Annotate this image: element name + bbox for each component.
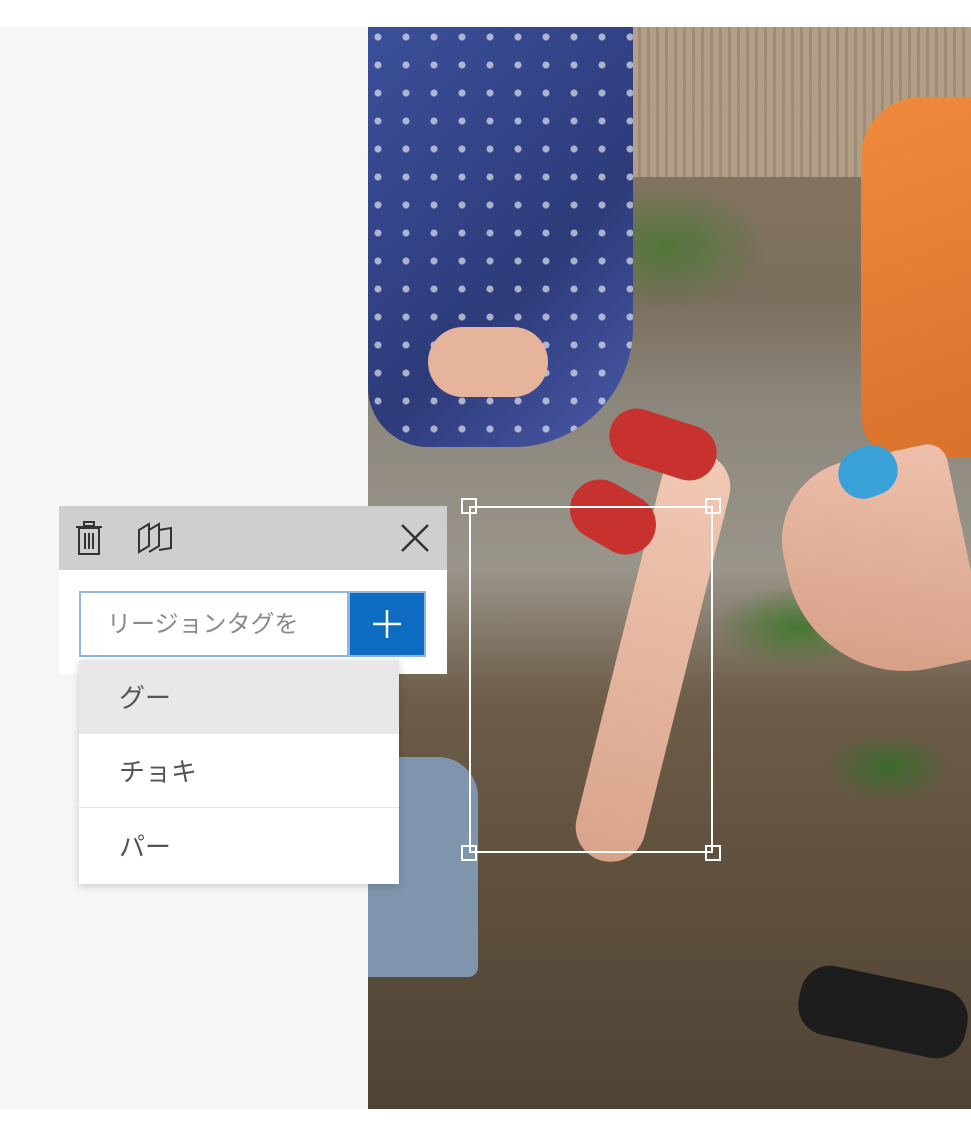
tag-suggestion-list: グー チョキ パー bbox=[79, 660, 399, 884]
photo-hand-left-child bbox=[428, 327, 548, 397]
close-button[interactable] bbox=[387, 506, 443, 570]
suggestion-label: パー bbox=[119, 832, 172, 863]
suggestion-label: グー bbox=[119, 684, 172, 714]
resize-handle-top-left[interactable] bbox=[461, 498, 477, 514]
suggestion-item[interactable]: チョキ bbox=[79, 734, 399, 808]
resize-handle-bottom-right[interactable] bbox=[705, 845, 721, 861]
photo-black-shoe bbox=[792, 960, 971, 1064]
region-bounding-box[interactable] bbox=[461, 498, 721, 861]
suggestion-label: チョキ bbox=[119, 758, 198, 788]
tag-panel bbox=[59, 570, 447, 674]
delete-region-button[interactable] bbox=[61, 506, 117, 570]
region-toolbar bbox=[59, 506, 447, 570]
plus-icon bbox=[373, 610, 401, 638]
suggestion-item[interactable]: グー bbox=[79, 660, 399, 734]
copy-region-button[interactable] bbox=[127, 506, 183, 570]
copy-region-icon bbox=[138, 522, 172, 554]
photo-child-orange-shirt bbox=[861, 97, 971, 457]
add-tag-button[interactable] bbox=[348, 591, 426, 657]
region-tag-input[interactable] bbox=[79, 591, 349, 657]
trash-icon bbox=[76, 521, 102, 555]
suggestion-item[interactable]: パー bbox=[79, 808, 399, 882]
close-icon bbox=[401, 524, 429, 552]
resize-handle-bottom-left[interactable] bbox=[461, 845, 477, 861]
resize-handle-top-right[interactable] bbox=[705, 498, 721, 514]
